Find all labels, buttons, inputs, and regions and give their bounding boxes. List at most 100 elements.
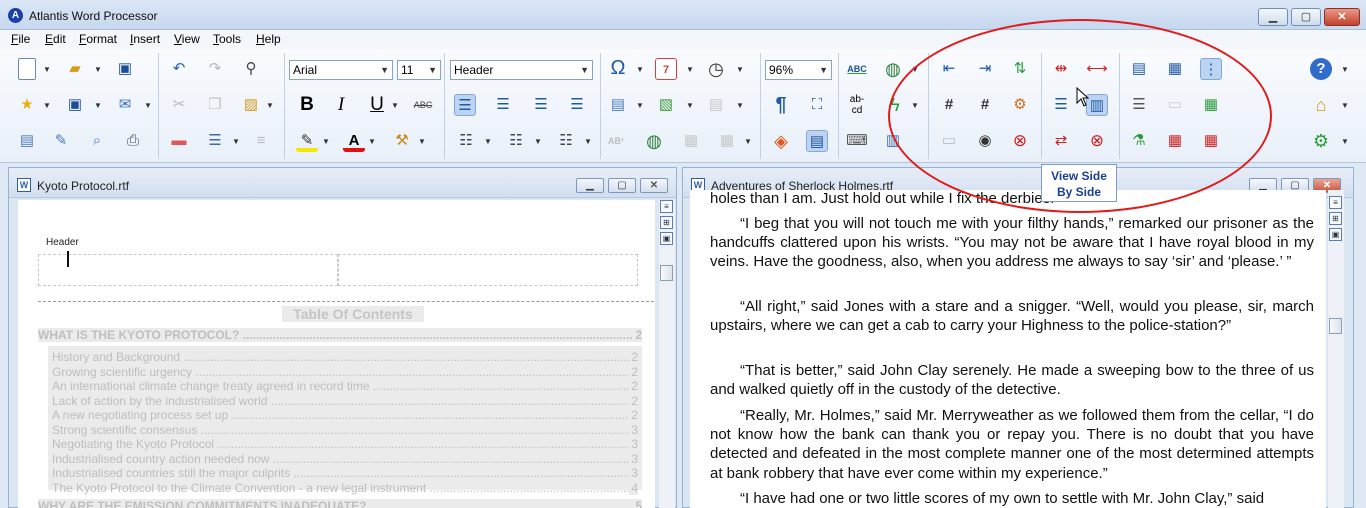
chevron-down-icon[interactable]: ▼ (736, 101, 744, 111)
insert-footnote-icon[interactable]: AB¹ (605, 130, 627, 152)
document-window-kyoto[interactable]: W Kyoto Protocol.rtf ▁ ▢ ✕ Header Table … (8, 167, 677, 508)
insert-page-count-icon[interactable]: # (974, 94, 996, 116)
find-binoculars-icon[interactable]: ⚲ (240, 58, 262, 80)
close-window-icon[interactable]: ⊗ (1086, 130, 1108, 152)
chevron-down-icon[interactable]: ▼ (911, 101, 919, 111)
document-page[interactable]: holes than I am. Just hold out while I f… (690, 190, 1326, 508)
compare-width-icon[interactable]: ⟷ (1086, 58, 1108, 80)
merge-cells-icon[interactable]: ▭ (1164, 94, 1186, 116)
chevron-down-icon[interactable]: ▼ (736, 65, 744, 75)
chevron-down-icon[interactable]: ▼ (584, 137, 592, 147)
toc-sub-entry[interactable]: A new negotiating process set up .......… (52, 408, 638, 422)
chevron-down-icon[interactable]: ▼ (686, 65, 694, 75)
chevron-down-icon[interactable]: ▼ (484, 137, 492, 147)
table-grid-icon[interactable]: ▤ (1128, 58, 1150, 80)
copy-icon[interactable]: ❐ (204, 94, 226, 116)
view-page-layout-icon[interactable]: ⊞ (1329, 212, 1342, 225)
toc-sub-entry[interactable]: Growing scientific urgency .............… (52, 364, 638, 379)
insert-row-icon[interactable]: ▦ (1200, 94, 1222, 116)
favorites-star-icon[interactable]: ★ (16, 94, 38, 116)
view-normal-icon[interactable]: ≡ (1329, 196, 1342, 209)
chevron-down-icon[interactable]: ▼ (534, 137, 542, 147)
save-as-icon[interactable]: ▣ (64, 94, 86, 116)
toc-main-entry[interactable]: WHY ARE THE EMISSION COMMITMENTS INADEQU… (38, 499, 642, 508)
close-button[interactable]: ✕ (1324, 8, 1360, 26)
insert-page-icon[interactable]: ▤ (607, 94, 629, 116)
redo-icon[interactable]: ↷ (204, 58, 226, 80)
strikethrough-button[interactable]: ABC (412, 94, 434, 116)
auto-correct-lightning-icon[interactable]: ϟ (884, 94, 906, 116)
toc-sub-entry[interactable]: Lack of action by the industrialised wor… (52, 393, 638, 408)
chevron-down-icon[interactable]: ▼ (636, 101, 644, 111)
header-cell[interactable] (38, 254, 338, 286)
print-icon[interactable]: ⎙ (122, 130, 144, 152)
spell-check-button[interactable]: ABC (846, 58, 868, 80)
toc-main-entry[interactable]: WHAT IS THE KYOTO PROTOCOL? ............… (38, 328, 642, 342)
chevron-down-icon[interactable]: ▼ (368, 137, 376, 147)
toc-sub-entry[interactable]: Negotiating the Kyoto Protocol .........… (52, 437, 638, 451)
synchronous-scroll-icon[interactable]: ⇄ (1050, 130, 1072, 152)
insert-symbol-icon[interactable]: Ω (607, 57, 629, 79)
view-normal-icon[interactable]: ≡ (660, 200, 673, 213)
view-page-layout-icon[interactable]: ⊞ (660, 216, 673, 229)
font-size-select[interactable]: 11 ▼ (397, 60, 441, 80)
color-palette-icon[interactable]: ◈ (770, 130, 792, 152)
hyphenation-button[interactable]: ab-cd (846, 94, 868, 116)
toc-sub-entry[interactable]: History and Background .................… (52, 350, 638, 364)
paste-icon[interactable]: ▨ (240, 94, 262, 116)
menu-view[interactable]: View (174, 32, 200, 46)
insert-time-icon[interactable]: ◷ (705, 58, 727, 80)
multilevel-list-icon[interactable]: ☷ (555, 130, 577, 152)
header-cell[interactable] (338, 254, 638, 286)
print-preview-icon[interactable]: ▤ (16, 130, 38, 152)
font-color-icon[interactable]: A (343, 130, 365, 152)
chevron-down-icon[interactable]: ▼ (1341, 101, 1349, 111)
menu-help[interactable]: Help (256, 32, 281, 46)
email-icon[interactable]: ✉ (114, 94, 136, 116)
chevron-down-icon[interactable]: ▼ (43, 65, 51, 75)
document-minimize-button[interactable]: ▁ (576, 178, 604, 193)
menu-tools[interactable]: Tools (213, 32, 241, 46)
vertical-scrollbar[interactable]: ≡ ⊞ ▣ (659, 200, 675, 508)
delete-table-icon[interactable]: ▦ (1200, 130, 1222, 152)
chevron-down-icon[interactable]: ▼ (744, 137, 752, 147)
chevron-down-icon[interactable]: ▼ (94, 101, 102, 111)
undo-icon[interactable]: ↶ (168, 58, 190, 80)
document-edit-icon[interactable]: ✎ (50, 130, 72, 152)
paragraph-spacing-icon[interactable]: ☰ (204, 130, 226, 152)
scrollbar-thumb[interactable] (1329, 318, 1342, 334)
switch-header-footer-icon[interactable]: ⇅ (1009, 58, 1031, 80)
chevron-down-icon[interactable]: ▼ (144, 101, 152, 111)
document-map-icon[interactable]: ▤ (806, 130, 828, 152)
on-screen-keyboard-icon[interactable]: ⌨ (846, 130, 868, 152)
insert-hyperlink-globe-icon[interactable]: ◍ (643, 130, 665, 152)
chevron-down-icon[interactable]: ▼ (232, 137, 240, 147)
line-spacing-icon[interactable]: ≡ (250, 130, 272, 152)
chevron-down-icon[interactable]: ▼ (1341, 137, 1349, 147)
chevron-down-icon[interactable]: ▼ (322, 137, 330, 147)
show-formatting-marks-button[interactable]: ¶ (770, 94, 792, 116)
open-folder-icon[interactable]: ▰ (64, 58, 86, 80)
format-painter-icon[interactable]: ⚒ (391, 130, 413, 152)
zoom-select[interactable]: 96% ▼ (765, 60, 832, 80)
document-page[interactable]: Header Table Of Contents WHAT IS THE KYO… (18, 200, 655, 508)
chevron-down-icon[interactable]: ▼ (391, 101, 399, 111)
menu-edit[interactable]: Edit (45, 32, 66, 46)
previous-header-icon[interactable]: ⇤ (938, 58, 960, 80)
chevron-down-icon[interactable]: ▼ (94, 65, 102, 75)
chevron-down-icon[interactable]: ▼ (266, 101, 274, 111)
full-screen-icon[interactable]: ⛶ (806, 94, 828, 116)
cut-icon[interactable]: ✂ (168, 94, 190, 116)
style-select[interactable]: Header ▼ (450, 60, 593, 80)
word-count-icon[interactable]: ▥ (882, 130, 904, 152)
help-icon[interactable]: ? (1310, 58, 1332, 80)
document-maximize-button[interactable]: ▢ (608, 178, 636, 193)
table-properties-icon[interactable]: ▦ (716, 130, 738, 152)
chevron-down-icon[interactable]: ▼ (686, 101, 694, 111)
highlight-marker-icon[interactable]: ✎ (296, 130, 318, 152)
table-autofit-icon[interactable]: ⚗ (1128, 130, 1150, 152)
vertical-scrollbar[interactable]: ≡ ⊞ ▣ (1328, 190, 1344, 508)
toc-sub-entry[interactable]: Strong scientific consensus ............… (52, 422, 638, 437)
chevron-down-icon[interactable]: ▼ (418, 137, 426, 147)
menu-format[interactable]: Format (79, 32, 117, 46)
